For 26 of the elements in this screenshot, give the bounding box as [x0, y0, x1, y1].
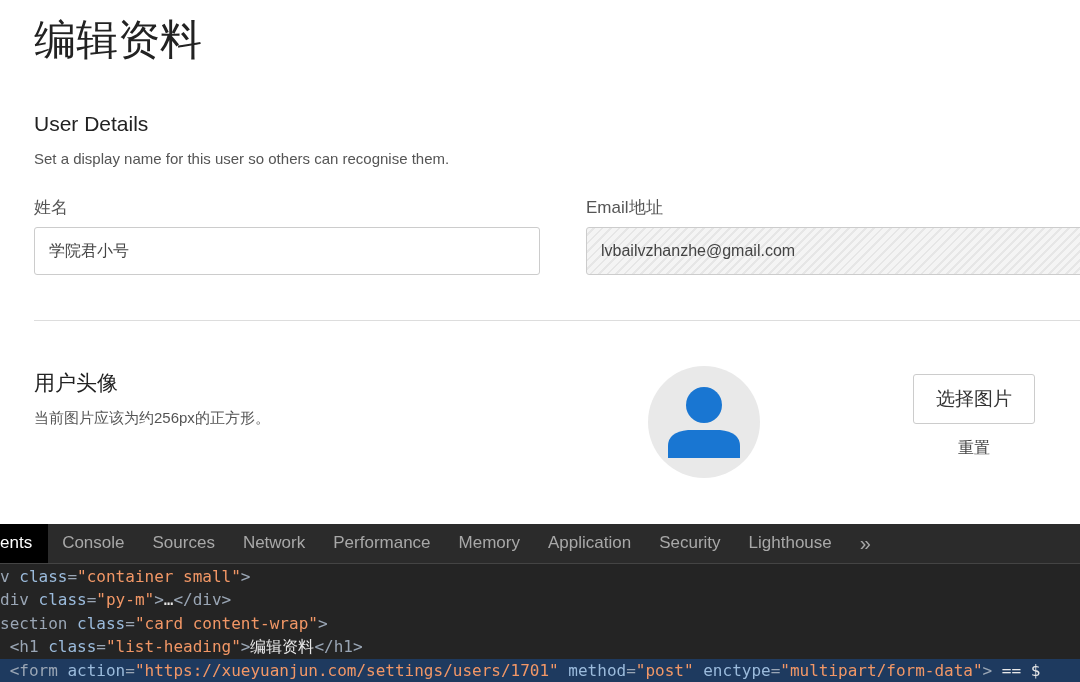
- choose-image-button[interactable]: 选择图片: [913, 374, 1035, 424]
- section-heading: 用户头像: [34, 370, 119, 396]
- devtools-tab[interactable]: Sources: [138, 523, 229, 563]
- avatar-icon: [648, 366, 760, 478]
- code-line[interactable]: v class="container small">: [0, 564, 1080, 588]
- devtools-tab[interactable]: Application: [534, 523, 646, 563]
- section-description: 当前图片应该为约256px的正方形。: [34, 408, 271, 428]
- code-line[interactable]: section class="card content-wrap">: [0, 611, 1080, 635]
- page-title: 编辑资料: [34, 15, 203, 65]
- devtools-tab[interactable]: Security: [645, 523, 735, 563]
- devtools-tab[interactable]: ents: [0, 523, 49, 563]
- devtools-tab[interactable]: Performance: [319, 523, 445, 563]
- field-label: 姓名: [34, 197, 69, 219]
- devtools-tab[interactable]: Console: [48, 523, 139, 563]
- more-tabs-button[interactable]: »: [845, 523, 885, 563]
- section-heading: User Details: [34, 111, 150, 137]
- devtools-tab[interactable]: Memory: [444, 523, 534, 563]
- field-label: Email地址: [586, 197, 664, 219]
- devtools-tab[interactable]: Network: [228, 523, 320, 563]
- devtools-tab[interactable]: Lighthouse: [734, 523, 846, 563]
- reset-link[interactable]: 重置: [958, 438, 990, 459]
- name-field[interactable]: 学院君小号: [34, 227, 540, 275]
- code-line[interactable]: div class="py-m">…</div>: [0, 588, 1080, 612]
- code-line[interactable]: <h1 class="list-heading">编辑资料</h1>: [0, 635, 1080, 659]
- section-description: Set a display name for this user so others can recognise them.: [34, 149, 451, 169]
- email-field[interactable]: lvbailvzhanzhe@gmail.com: [586, 227, 1080, 275]
